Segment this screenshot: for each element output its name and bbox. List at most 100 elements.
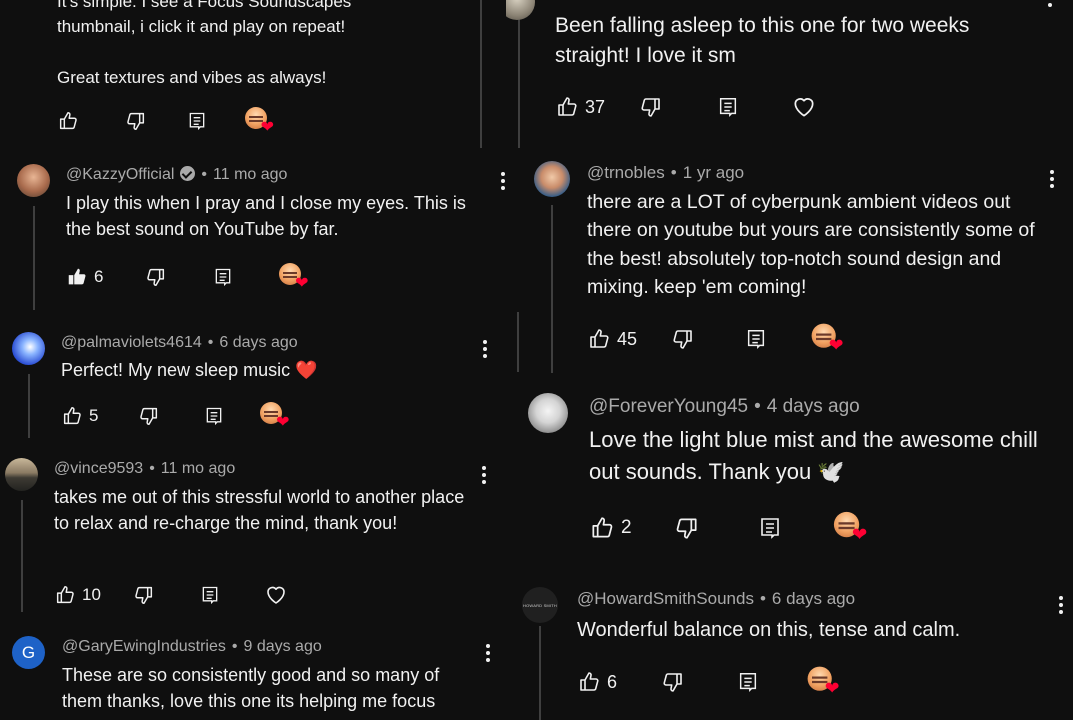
reply-icon bbox=[200, 585, 220, 605]
like-count: 5 bbox=[89, 406, 99, 425]
dislike-button[interactable] bbox=[639, 95, 663, 119]
like-count: 6 bbox=[94, 267, 104, 286]
timestamp[interactable]: 11 mo ago bbox=[161, 460, 235, 477]
comment-text: Love the light blue mist and the awesome… bbox=[589, 427, 1038, 484]
thread-line bbox=[33, 206, 35, 310]
author-handle[interactable]: @ForeverYoung45 bbox=[589, 396, 748, 417]
more-options-button[interactable] bbox=[495, 169, 506, 193]
comment-text: Great textures and vibes as always! bbox=[57, 68, 327, 87]
author-handle[interactable]: @palmaviolets4614 bbox=[61, 334, 202, 351]
separator: • bbox=[149, 460, 155, 477]
comment-header: @vince9593 • 11 mo ago bbox=[54, 460, 235, 478]
like-button[interactable]: 2 bbox=[589, 515, 632, 541]
heart-button[interactable] bbox=[264, 583, 288, 607]
author-handle[interactable]: @KazzyOfficial bbox=[66, 166, 174, 183]
reply-icon bbox=[758, 516, 782, 540]
like-button[interactable]: 5 bbox=[61, 405, 98, 427]
comment-actions: 10 bbox=[54, 583, 288, 607]
creator-heart-icon: ❤ bbox=[833, 511, 867, 545]
author-handle[interactable]: @vince9593 bbox=[54, 460, 143, 477]
right-column: Been falling asleep to this one for two … bbox=[506, 0, 1073, 720]
dislike-button[interactable] bbox=[661, 670, 685, 694]
thread-line bbox=[480, 0, 482, 148]
thumbs-up-icon bbox=[577, 670, 601, 694]
thread-line bbox=[21, 500, 23, 612]
timestamp[interactable]: 6 days ago bbox=[219, 334, 297, 351]
avatar[interactable] bbox=[17, 164, 50, 197]
comment-actions: 37 bbox=[555, 94, 817, 120]
thumbs-up-icon bbox=[587, 327, 611, 351]
comment-header: @palmaviolets4614 • 6 days ago bbox=[61, 334, 298, 352]
comment-text: takes me out of this stressful world to … bbox=[54, 487, 465, 534]
reply-icon bbox=[187, 111, 207, 131]
comment-header: @ForeverYoung45 • 4 days ago bbox=[589, 396, 860, 418]
avatar[interactable] bbox=[528, 393, 568, 433]
author-handle[interactable]: @GaryEwingIndustries bbox=[62, 638, 226, 655]
thread-line bbox=[551, 205, 553, 373]
more-options-button[interactable] bbox=[1042, 0, 1058, 10]
like-button[interactable]: 37 bbox=[555, 95, 605, 119]
dislike-button[interactable] bbox=[138, 405, 160, 427]
comment-actions: 2 ❤ bbox=[589, 511, 867, 545]
thumbs-down-icon bbox=[661, 670, 685, 694]
avatar[interactable] bbox=[506, 0, 535, 20]
avatar[interactable] bbox=[12, 332, 45, 365]
thumbs-down-icon bbox=[674, 515, 700, 541]
comment-text: I play this when I pray and I close my e… bbox=[66, 193, 466, 240]
thread-line bbox=[518, 0, 520, 148]
avatar[interactable]: G bbox=[12, 636, 45, 669]
like-count: 2 bbox=[621, 517, 632, 538]
thumbs-down-icon bbox=[145, 266, 167, 288]
avatar[interactable] bbox=[534, 161, 570, 197]
avatar[interactable]: HOWARD SMITH bbox=[522, 587, 558, 623]
more-options-button[interactable] bbox=[476, 463, 492, 487]
comment-text: It's simple. I see a Focus Soundscapes t… bbox=[57, 0, 352, 36]
like-button[interactable]: 6 bbox=[66, 266, 103, 288]
thread-line bbox=[539, 626, 541, 720]
like-button[interactable] bbox=[57, 110, 79, 132]
dislike-button[interactable] bbox=[145, 266, 167, 288]
heart-button[interactable] bbox=[791, 94, 817, 120]
comment-actions: ❤ bbox=[57, 107, 274, 136]
timestamp[interactable]: 1 yr ago bbox=[683, 163, 744, 182]
separator: • bbox=[231, 638, 238, 655]
comment-actions: 45 ❤ bbox=[587, 323, 844, 355]
more-options-button[interactable] bbox=[480, 641, 496, 665]
timestamp[interactable]: 11 mo ago bbox=[213, 166, 287, 183]
reply-button[interactable] bbox=[213, 267, 233, 287]
reply-button[interactable] bbox=[204, 406, 224, 426]
reply-icon bbox=[213, 267, 233, 287]
like-count: 37 bbox=[585, 96, 606, 117]
reply-button[interactable] bbox=[200, 585, 220, 605]
avatar[interactable] bbox=[5, 458, 38, 491]
reply-button[interactable] bbox=[745, 328, 767, 350]
dislike-button[interactable] bbox=[133, 584, 155, 606]
like-button[interactable]: 6 bbox=[577, 670, 617, 694]
author-handle[interactable]: @HowardSmithSounds bbox=[577, 589, 754, 608]
more-options-button[interactable] bbox=[1053, 593, 1069, 617]
thumbs-up-icon bbox=[66, 266, 88, 288]
timestamp[interactable]: 6 days ago bbox=[772, 589, 855, 608]
like-button[interactable]: 10 bbox=[54, 584, 101, 606]
dislike-button[interactable] bbox=[125, 110, 147, 132]
reply-icon bbox=[717, 96, 739, 118]
reply-button[interactable] bbox=[758, 516, 782, 540]
thumbs-up-icon bbox=[589, 515, 615, 541]
thumbs-up-icon bbox=[54, 584, 76, 606]
author-handle[interactable]: @trnobles bbox=[587, 163, 665, 182]
reply-button[interactable] bbox=[187, 111, 207, 131]
thumbs-up-icon bbox=[61, 405, 83, 427]
dislike-button[interactable] bbox=[671, 327, 695, 351]
dislike-button[interactable] bbox=[674, 515, 700, 541]
reply-button[interactable] bbox=[717, 96, 739, 118]
timestamp[interactable]: 9 days ago bbox=[243, 638, 321, 655]
like-button[interactable]: 45 bbox=[587, 327, 637, 351]
thread-line bbox=[517, 312, 519, 372]
separator: • bbox=[670, 163, 677, 182]
timestamp[interactable]: 4 days ago bbox=[767, 396, 860, 417]
creator-heart-icon: ❤ bbox=[807, 666, 840, 698]
separator: • bbox=[207, 334, 214, 351]
avatar-logo-text: HOWARD SMITH bbox=[522, 602, 558, 608]
reply-button[interactable] bbox=[737, 671, 759, 693]
thumbs-up-icon bbox=[555, 95, 579, 119]
